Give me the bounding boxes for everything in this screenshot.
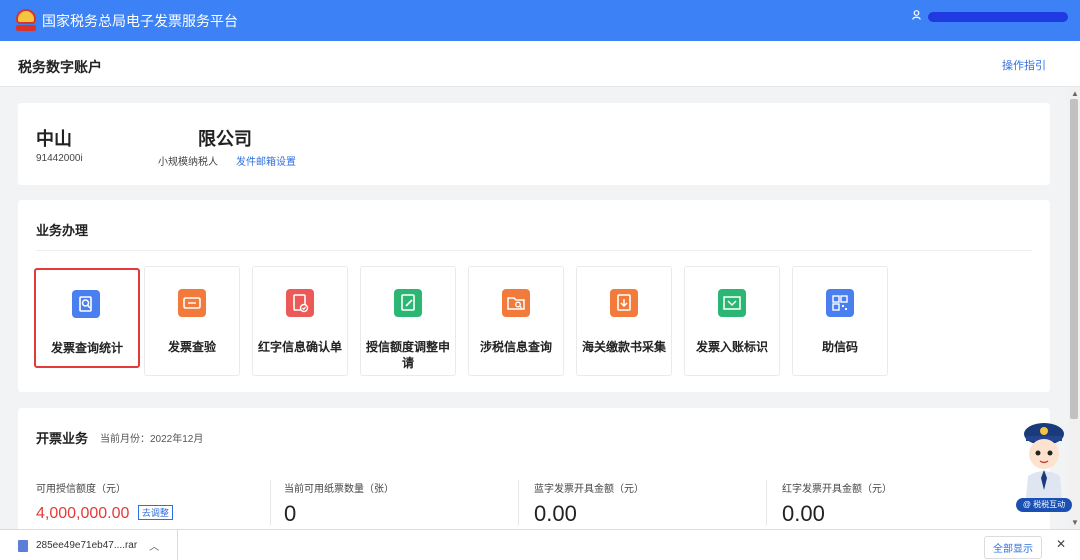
tile-customs-collect[interactable]: 海关缴款书采集: [576, 266, 672, 376]
edit-doc-icon: [394, 289, 422, 317]
scroll-down-arrow-icon[interactable]: ▼: [1071, 518, 1079, 527]
stat-label: 红字发票开具金额（元）: [782, 484, 892, 495]
app-title: 国家税务总局电子发票服务平台: [42, 12, 238, 29]
qr-code-icon: [826, 289, 854, 317]
tile-label: 发票入账标识: [695, 340, 768, 354]
inbox-icon: [718, 289, 746, 317]
mail-setting-link[interactable]: 发件邮箱设置: [236, 153, 296, 168]
business-section-title: 业务办理: [36, 223, 89, 238]
tile-label: 发票查验: [167, 340, 216, 354]
ticket-icon: [178, 289, 206, 317]
stat-red-invoice-amount: 红字发票开具金额（元） 0.00: [782, 480, 1022, 527]
tile-label: 红字信息确认单: [257, 340, 342, 354]
page-title: 税务数字账户: [18, 59, 102, 75]
chevron-up-icon[interactable]: ︿: [149, 538, 159, 553]
folder-search-icon: [502, 289, 530, 317]
company-name-part2: 限公司: [198, 129, 252, 149]
user-menu[interactable]: [912, 10, 1068, 23]
scroll-up-arrow-icon[interactable]: ▲: [1071, 89, 1079, 98]
stat-value: 4,000,000.00: [36, 505, 130, 522]
redacted-username: [928, 11, 1068, 22]
current-month: 当前月份：2022年12月: [100, 434, 204, 445]
stat-divider: [270, 480, 271, 525]
stat-value: 0.00: [782, 501, 825, 526]
top-bar: 国家税务总局电子发票服务平台: [0, 0, 1080, 41]
tile-tax-info-query[interactable]: 涉税信息查询: [468, 266, 564, 376]
tile-label: 海关缴款书采集: [581, 340, 666, 354]
stat-credit-limit: 可用授信额度（元） 4,000,000.00 去调整: [36, 480, 276, 523]
stat-value: 0: [284, 501, 297, 526]
tax-id: 91442000i: [36, 153, 83, 164]
download-bar: 285ee49e71eb47....rar ︿ 全部显示 ✕: [0, 529, 1080, 560]
archive-file-icon: [18, 539, 28, 552]
show-all-downloads-button[interactable]: 全部显示: [984, 536, 1042, 559]
tile-label: 发票查询统计: [50, 341, 123, 355]
billing-card: 开票业务 当前月份：2022年12月 可用授信额度（元） 4,000,000.0…: [18, 408, 1050, 538]
adjust-credit-button[interactable]: 去调整: [137, 505, 173, 520]
mascot-figure-icon: [1024, 423, 1064, 498]
stat-label: 蓝字发票开具金额（元）: [534, 484, 644, 495]
tax-mascot-assistant[interactable]: @ 税税互动: [1014, 418, 1074, 512]
close-icon[interactable]: ✕: [1056, 537, 1066, 551]
taxpayer-type: 小规模纳税人: [158, 157, 218, 168]
company-name-part1: 中山: [36, 129, 72, 149]
download-doc-icon: [610, 289, 638, 317]
stat-paper-count: 当前可用纸票数量（张） 0: [284, 480, 524, 527]
mascot-badge: @ 税税互动: [1016, 498, 1072, 512]
operation-guide-link[interactable]: 操作指引: [1002, 57, 1046, 73]
tile-label: 授信额度调整申请: [365, 340, 450, 370]
section-divider: [36, 250, 1032, 251]
download-file-name: 285ee49e71eb47....rar: [36, 540, 138, 551]
stat-label: 可用授信额度（元）: [36, 484, 126, 495]
tile-credit-adjust[interactable]: 授信额度调整申请: [360, 266, 456, 376]
business-card: 业务办理 发票查询统计 发票查验 红字信息确认单 授信额度调整申请 涉税信息查询: [18, 200, 1050, 392]
stat-value: 0.00: [534, 501, 577, 526]
company-info-card: 中山 限公司 91442000i 小规模纳税人 发件邮箱设置: [18, 103, 1050, 185]
stat-divider: [518, 480, 519, 525]
doc-check-icon: [286, 289, 314, 317]
user-icon: [912, 10, 926, 23]
scroll-thumb[interactable]: [1070, 99, 1078, 419]
billing-section-title: 开票业务: [36, 431, 89, 446]
tile-invoice-verify[interactable]: 发票查验: [144, 266, 240, 376]
tile-invoice-booking-mark[interactable]: 发票入账标识: [684, 266, 780, 376]
stat-label: 当前可用纸票数量（张）: [284, 484, 394, 495]
tile-invoice-query[interactable]: 发票查询统计: [34, 268, 140, 368]
tile-assist-code[interactable]: 助信码: [792, 266, 888, 376]
search-doc-icon: [72, 290, 100, 318]
page-header: 税务数字账户 操作指引: [0, 41, 1080, 87]
download-item[interactable]: 285ee49e71eb47....rar ︿: [0, 530, 178, 560]
tile-label: 助信码: [821, 340, 858, 354]
tile-label: 涉税信息查询: [479, 340, 552, 354]
tax-emblem-logo: [14, 8, 38, 33]
tile-red-info-confirm[interactable]: 红字信息确认单: [252, 266, 348, 376]
stat-divider: [766, 480, 767, 525]
stat-blue-invoice-amount: 蓝字发票开具金额（元） 0.00: [534, 480, 774, 527]
